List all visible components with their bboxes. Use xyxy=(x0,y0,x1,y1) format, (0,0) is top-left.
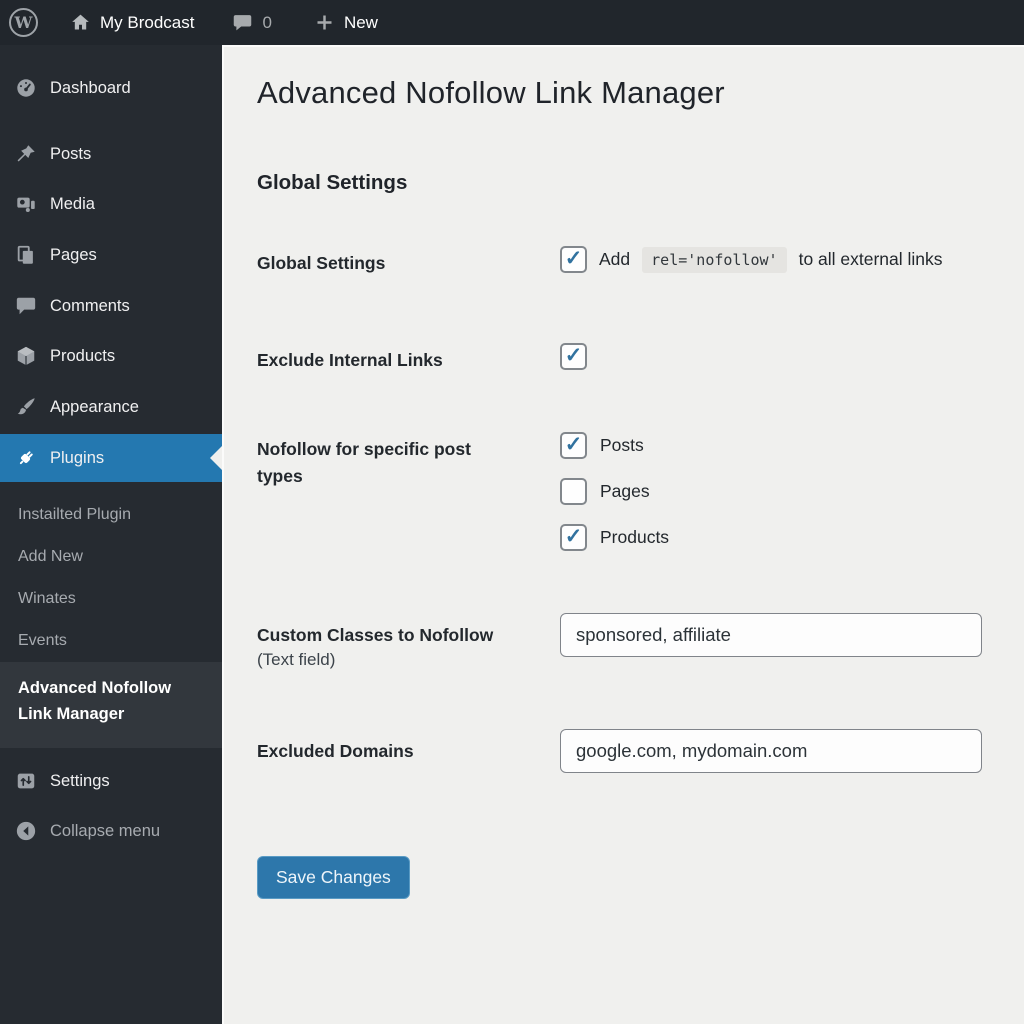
dashboard-gauge-icon xyxy=(15,77,37,99)
site-name: My Brodcast xyxy=(100,12,195,32)
section-heading: Global Settings xyxy=(257,171,408,194)
post-type-option-posts: Posts xyxy=(560,432,669,459)
posts-checkbox[interactable] xyxy=(560,432,587,459)
camera-icon xyxy=(15,193,37,215)
checkbox-label: Posts xyxy=(600,435,644,455)
admin-bar-new-button[interactable]: New xyxy=(304,0,388,45)
submenu-item-label: Instailted Plugin xyxy=(18,506,131,523)
sidebar-item-label: Pages xyxy=(50,245,97,264)
home-icon xyxy=(70,12,91,33)
admin-bar-comments-link[interactable]: 0 xyxy=(222,0,281,45)
sidebar-item-pages[interactable]: Pages xyxy=(0,235,222,275)
sidebar-item-plugins[interactable]: Plugins xyxy=(0,434,222,482)
site-home-link[interactable]: My Brodcast xyxy=(60,0,204,45)
field-label-excluded-domains: Excluded Domains xyxy=(257,741,414,761)
wordpress-logo-icon: W xyxy=(9,8,38,37)
submenu-item-events[interactable]: Events xyxy=(18,626,67,656)
nofollow-all-external-checkbox[interactable] xyxy=(560,246,587,273)
submenu-item-label: Add New xyxy=(18,548,83,565)
rel-nofollow-code-chip: rel='nofollow' xyxy=(642,246,787,273)
sidebar-item-appearance[interactable]: Appearance xyxy=(0,387,222,427)
field-label-exclude-internal: Exclude Internal Links xyxy=(257,350,443,370)
custom-classes-input[interactable] xyxy=(560,613,982,657)
checkbox-label: Products xyxy=(600,527,670,547)
global-settings-control: Add rel='nofollow' to all external links xyxy=(560,246,943,273)
comment-icon xyxy=(15,295,37,317)
checkbox-label: Pages xyxy=(600,481,650,501)
wordpress-logo-button[interactable]: W xyxy=(0,0,48,45)
settings-page: Advanced Nofollow Link Manager Global Se… xyxy=(222,45,1024,1024)
comment-bubble-icon xyxy=(232,12,253,33)
exclude-internal-control xyxy=(560,343,587,370)
sidebar-item-label: Appearance xyxy=(50,397,139,416)
sidebar-item-label: Media xyxy=(50,194,95,213)
sidebar-item-label: Plugins xyxy=(50,448,105,467)
page-title: Advanced Nofollow Link Manager xyxy=(257,75,725,110)
sidebar-item-label: Dashboard xyxy=(50,78,131,97)
exclude-internal-checkbox[interactable] xyxy=(560,343,587,370)
settings-box-icon xyxy=(15,770,37,792)
submenu-item-add-new[interactable]: Add New xyxy=(18,542,83,572)
admin-bar: W My Brodcast 0 New xyxy=(0,0,1024,45)
plug-icon xyxy=(15,447,37,469)
submenu-item-winates[interactable]: Winates xyxy=(18,584,76,614)
comments-count-badge: 0 xyxy=(262,12,272,32)
cube-icon xyxy=(15,345,37,367)
checkbox-text-before: Add xyxy=(599,249,631,269)
submenu-item-label: Events xyxy=(18,632,67,649)
sidebar-item-comments[interactable]: Comments xyxy=(0,286,222,326)
pushpin-icon xyxy=(15,143,37,165)
products-checkbox[interactable] xyxy=(560,524,587,551)
admin-sidebar: Dashboard Posts Media Pages Comments Pro… xyxy=(0,45,222,1024)
submenu-item-label: Winates xyxy=(18,590,76,607)
collapse-arrow-icon xyxy=(15,820,37,842)
new-label: New xyxy=(343,12,378,32)
submenu-item-label: Advanced Nofollow Link Manager xyxy=(18,679,172,724)
sidebar-item-dashboard[interactable]: Dashboard xyxy=(0,68,222,108)
sidebar-item-media[interactable]: Media xyxy=(0,184,222,224)
post-type-option-pages: Pages xyxy=(560,478,669,505)
checkbox-text-after: to all external links xyxy=(798,249,943,269)
submenu-item-installed-plugin[interactable]: Instailted Plugin xyxy=(18,500,131,530)
wordpress-admin-screen: W My Brodcast 0 New Dashboard Posts Medi… xyxy=(0,0,1024,1024)
sidebar-item-settings[interactable]: Settings xyxy=(0,761,222,801)
excluded-domains-input[interactable] xyxy=(560,729,982,773)
sidebar-item-posts[interactable]: Posts xyxy=(0,134,222,174)
sidebar-item-collapse-menu[interactable]: Collapse menu xyxy=(0,811,222,851)
plus-icon xyxy=(314,12,335,33)
field-label-global-settings: Global Settings xyxy=(257,253,386,273)
sidebar-item-label: Products xyxy=(50,346,116,365)
pages-checkbox[interactable] xyxy=(560,478,587,505)
submenu-item-advanced-nofollow-link-manager[interactable]: Advanced Nofollow Link Manager xyxy=(0,662,222,748)
sidebar-item-label: Posts xyxy=(50,144,92,163)
post-types-checkbox-group: Posts Pages Products xyxy=(560,432,669,551)
field-label-post-types: Nofollow for specific post types xyxy=(257,439,471,487)
sidebar-item-products[interactable]: Products xyxy=(0,336,222,376)
field-label-custom-classes: Custom Classes to Nofollow xyxy=(257,625,494,645)
field-sublabel-text-field: (Text field) xyxy=(257,650,336,669)
post-type-option-products: Products xyxy=(560,524,669,551)
sidebar-item-label: Collapse menu xyxy=(50,821,161,840)
stacked-pages-icon xyxy=(15,244,37,266)
sidebar-item-label: Settings xyxy=(50,771,110,790)
save-changes-button[interactable]: Save Changes xyxy=(257,856,410,899)
sidebar-item-label: Comments xyxy=(50,296,130,315)
paintbrush-icon xyxy=(15,396,37,418)
